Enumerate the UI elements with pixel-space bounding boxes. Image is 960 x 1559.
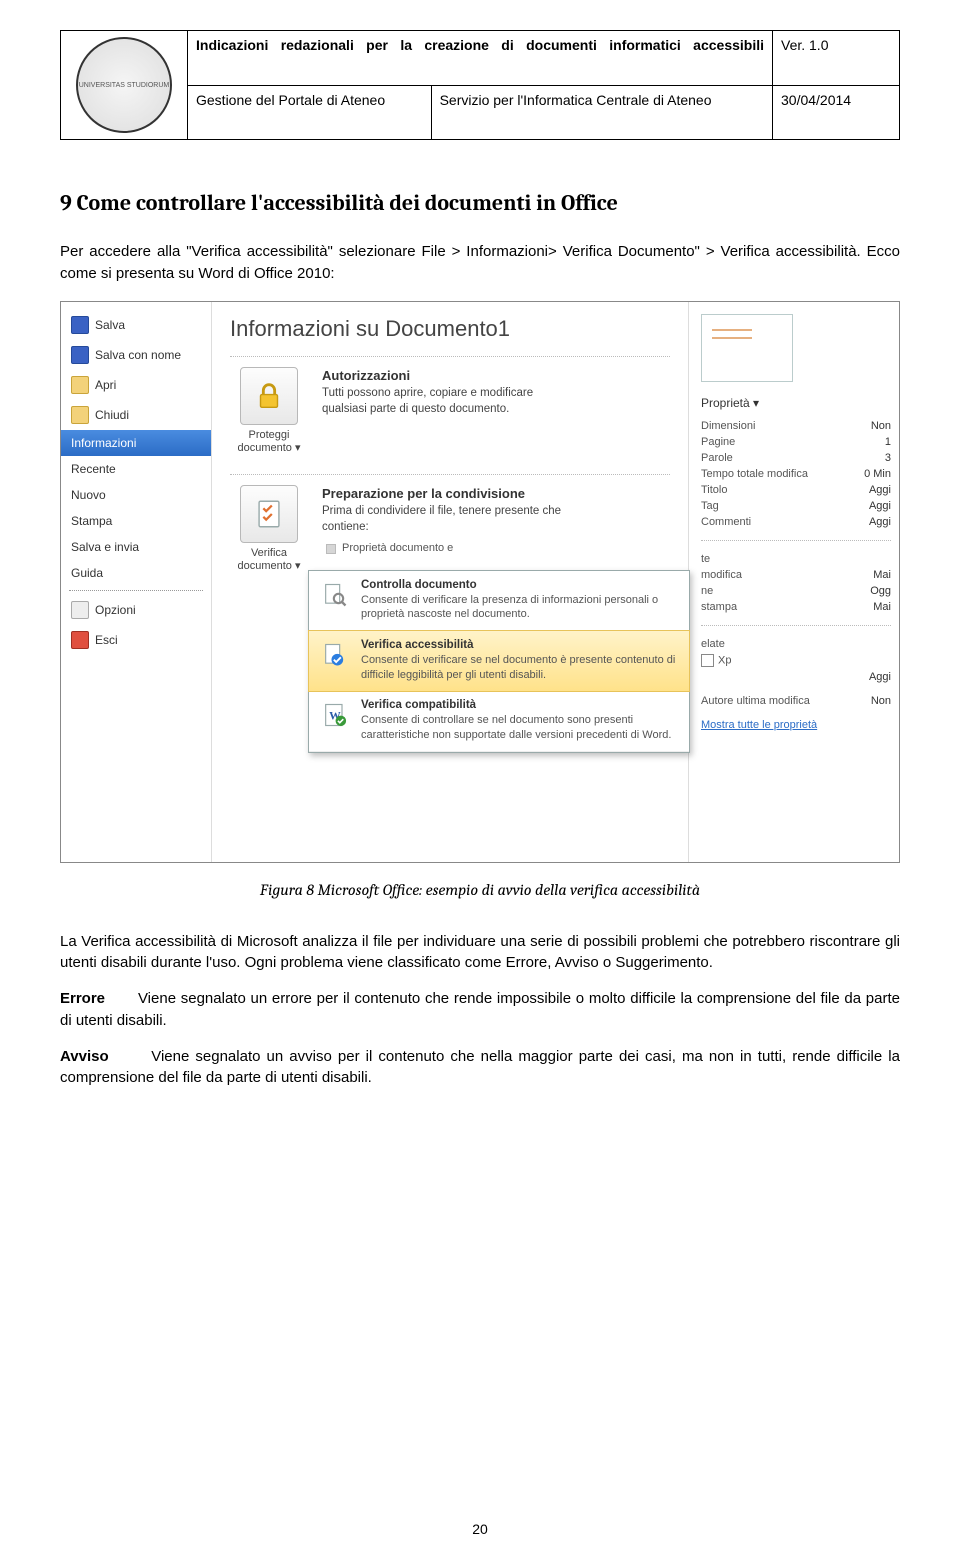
body-paragraph-1: La Verifica accessibilità di Microsoft a…	[60, 931, 900, 975]
label-avviso: Avviso	[60, 1048, 109, 1065]
header-table: UNIVERSITAS STUDIORUM Indicazioni redazi…	[60, 30, 900, 140]
verify-button-label: Verifica documento ▾	[237, 547, 300, 572]
doc-date: 30/04/2014	[773, 85, 900, 140]
info-title: Informazioni su Documento1	[230, 316, 670, 342]
prop-row: TitoloAggi	[701, 482, 891, 498]
nav-saveas[interactable]: Salva con nome	[61, 340, 211, 370]
prop-row: DimensioniNon	[701, 418, 891, 434]
prop-row: Pagine1	[701, 434, 891, 450]
nav-info[interactable]: Informazioni	[61, 430, 211, 456]
menu-compat-body: Consente di controllare se nel documento…	[361, 714, 671, 741]
open-icon	[71, 376, 89, 394]
nav-recent-label: Recente	[71, 462, 116, 476]
protect-body: Tutti possono aprire, copiare e modifica…	[322, 387, 533, 415]
verify-tile: Verifica documento ▾ Preparazione per la…	[230, 485, 670, 572]
prop-row: modificaMai	[701, 567, 891, 583]
protect-button[interactable]: Proteggi documento ▾	[230, 367, 308, 454]
checklist-icon	[240, 485, 298, 543]
nav-savesend[interactable]: Salva e invia	[61, 534, 211, 560]
nav-info-label: Informazioni	[71, 436, 136, 450]
prop-row: Parole3	[701, 450, 891, 466]
props-author-v: Non	[871, 695, 891, 707]
protect-tile: Proteggi documento ▾ Autorizzazioni Tutt…	[230, 367, 670, 454]
menu-inspect-head: Controlla documento	[361, 579, 679, 591]
text-avviso: Viene segnalato un avviso per il contenu…	[60, 1048, 900, 1087]
props-author-k: Autore ultima modifica	[701, 695, 810, 707]
nav-exit-label: Esci	[95, 633, 118, 647]
backstage-nav: Salva Salva con nome Apri Chiudi Informa…	[61, 302, 212, 862]
nav-print[interactable]: Stampa	[61, 508, 211, 534]
nav-close[interactable]: Chiudi	[61, 400, 211, 430]
doc-subtitle-1: Gestione del Portale di Ateneo	[188, 85, 432, 140]
menu-compat-head: Verifica compatibilità	[361, 699, 679, 711]
label-errore: Errore	[60, 990, 105, 1007]
nav-help[interactable]: Guida	[61, 560, 211, 586]
nav-open[interactable]: Apri	[61, 370, 211, 400]
nav-close-label: Chiudi	[95, 408, 129, 422]
props-xp: Xp	[718, 654, 731, 666]
nav-new[interactable]: Nuovo	[61, 482, 211, 508]
verify-bullet: Proprietà documento e	[342, 541, 453, 556]
prop-row: CommentiAggi	[701, 514, 891, 530]
nav-savesend-label: Salva e invia	[71, 540, 139, 554]
text-errore: Viene segnalato un errore per il contenu…	[60, 990, 900, 1029]
doc-version: Ver. 1.0	[773, 31, 900, 86]
nav-save[interactable]: Salva	[61, 310, 211, 340]
body-paragraph-errore: Errore Viene segnalato un errore per il …	[60, 988, 900, 1032]
nav-save-label: Salva	[95, 318, 125, 332]
word-icon: W	[319, 699, 351, 731]
properties-panel: Proprietà ▾ DimensioniNonPagine1Parole3T…	[688, 302, 899, 862]
section-heading: 9 Come controllare l'accessibilità dei d…	[60, 190, 900, 216]
bullet-icon	[326, 544, 336, 554]
show-all-props-link[interactable]: Mostra tutte le proprietà	[701, 719, 891, 731]
lock-icon	[240, 367, 298, 425]
magnifier-icon	[319, 579, 351, 611]
nav-exit[interactable]: Esci	[61, 625, 211, 655]
props-title[interactable]: Proprietà ▾	[701, 396, 891, 410]
nav-options-label: Opzioni	[95, 603, 136, 617]
prop-row: TagAggi	[701, 498, 891, 514]
verify-menu: Controlla documento Consente di verificar…	[308, 570, 690, 753]
props-agg: Aggi	[869, 671, 891, 683]
options-icon	[71, 601, 89, 619]
prop-row: Tempo totale modifica0 Min	[701, 466, 891, 482]
verify-button[interactable]: Verifica documento ▾	[230, 485, 308, 572]
menu-compatibility[interactable]: W Verifica compatibilità Consente di cont…	[309, 691, 689, 752]
protect-button-label: Proteggi documento ▾	[237, 429, 300, 454]
checkbox-icon[interactable]	[701, 654, 714, 667]
nav-saveas-label: Salva con nome	[95, 348, 181, 362]
props-sec2: te	[701, 553, 710, 565]
exit-icon	[71, 631, 89, 649]
doc-subtitle-2: Servizio per l'Informatica Centrale di A…	[431, 85, 772, 140]
verify-body: Prima di condividere il file, tenere pre…	[322, 505, 561, 533]
university-seal-icon: UNIVERSITAS STUDIORUM	[76, 37, 172, 133]
nav-open-label: Apri	[95, 378, 116, 392]
menu-access-head: Verifica accessibilità	[361, 639, 679, 651]
office-screenshot: Salva Salva con nome Apri Chiudi Informa…	[60, 301, 900, 863]
menu-accessibility[interactable]: Verifica accessibilità Consente di verifi…	[308, 630, 690, 692]
nav-recent[interactable]: Recente	[61, 456, 211, 482]
menu-access-body: Consente di verificare se nel documento …	[361, 654, 675, 681]
verify-head: Preparazione per la condivisione	[322, 486, 525, 501]
menu-inspect-doc[interactable]: Controlla documento Consente di verificar…	[309, 571, 689, 632]
nav-print-label: Stampa	[71, 514, 112, 528]
prop-row: stampaMai	[701, 599, 891, 615]
nav-new-label: Nuovo	[71, 488, 106, 502]
saveas-icon	[71, 346, 89, 364]
protect-head: Autorizzazioni	[322, 368, 410, 383]
page-number: 20	[0, 1521, 960, 1537]
nav-help-label: Guida	[71, 566, 103, 580]
doc-title: Indicazioni redazionali per la creazione…	[188, 31, 773, 86]
menu-inspect-body: Consente di verificare la presenza di in…	[361, 594, 658, 621]
props-sec3: elate	[701, 638, 725, 650]
nav-options[interactable]: Opzioni	[61, 595, 211, 625]
accessibility-icon	[319, 639, 351, 671]
prop-row: neOgg	[701, 583, 891, 599]
figure-caption: Figura 8 Microsoft Office: esempio di av…	[60, 881, 900, 899]
intro-paragraph: Per accedere alla "Verifica accessibilit…	[60, 241, 900, 285]
body-paragraph-avviso: Avviso Viene segnalato un avviso per il …	[60, 1046, 900, 1090]
doc-thumbnail	[701, 314, 793, 382]
save-icon	[71, 316, 89, 334]
close-icon	[71, 406, 89, 424]
